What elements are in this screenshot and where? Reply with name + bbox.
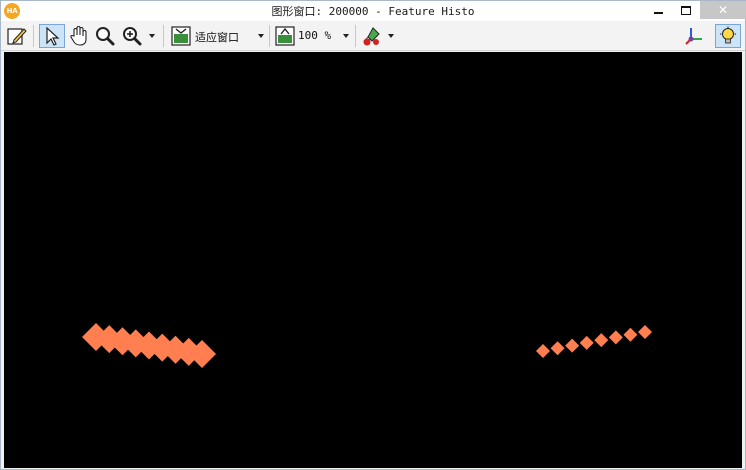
pointer-icon — [46, 26, 60, 46]
window-title: 图形窗口: 200000 - Feature Histo — [271, 5, 475, 18]
region-display — [82, 323, 652, 368]
axes-3d-icon — [685, 28, 702, 45]
graphics-window: HA 图形窗口: 200000 - Feature Histo ✕ 适应窗口 1… — [0, 0, 746, 470]
toolbar: 适应窗口 100 % — [1, 21, 745, 51]
color-button[interactable] — [360, 24, 384, 48]
toolbar-separator — [163, 25, 164, 47]
toolbar-separator — [269, 25, 270, 47]
minimize-button[interactable] — [644, 1, 672, 19]
region-segment — [594, 333, 609, 348]
zoom-percent-label[interactable]: 100 % — [298, 29, 331, 42]
edit-button[interactable] — [5, 24, 29, 48]
edit-pencil-icon — [7, 28, 27, 45]
region-segment — [565, 338, 580, 353]
minimize-icon — [653, 12, 663, 14]
left-feature-region — [82, 323, 216, 368]
graphics-canvas[interactable] — [4, 52, 742, 468]
maximize-icon — [681, 5, 691, 15]
zoom-in-button[interactable] — [119, 24, 145, 48]
fit-window-icon — [171, 26, 191, 46]
axes-3d-button[interactable] — [682, 24, 706, 48]
region-segment — [536, 344, 550, 358]
pan-tool-button[interactable] — [67, 24, 91, 48]
right-feature-region — [536, 325, 652, 358]
close-button[interactable]: ✕ — [700, 1, 746, 19]
toolbar-separator — [355, 25, 356, 47]
close-icon: ✕ — [717, 3, 729, 17]
color-paint-icon — [363, 27, 380, 46]
zoom-mode-label[interactable]: 适应窗口 — [195, 29, 239, 45]
lightbulb-button[interactable] — [715, 24, 741, 48]
zoom-in-icon — [123, 27, 142, 46]
lightbulb-icon — [720, 26, 736, 44]
zoom-percent-dropdown-arrow[interactable] — [343, 34, 349, 38]
color-dropdown-arrow[interactable] — [388, 34, 394, 38]
maximize-button[interactable] — [672, 1, 700, 19]
zoom-percent-button[interactable] — [273, 24, 297, 48]
region-segment — [623, 327, 638, 342]
region-segment — [550, 341, 565, 356]
fit-window-button[interactable] — [169, 24, 193, 48]
region-segment — [579, 335, 594, 350]
toolbar-separator — [33, 25, 34, 47]
zoom-percent-icon — [275, 26, 295, 46]
magnify-tool-button[interactable] — [93, 24, 117, 48]
zoom-in-dropdown-arrow[interactable] — [149, 34, 155, 38]
zoom-mode-dropdown-arrow[interactable] — [258, 34, 264, 38]
region-segment — [638, 325, 652, 339]
region-segment — [608, 330, 623, 345]
title-bar[interactable]: HA 图形窗口: 200000 - Feature Histo ✕ — [1, 1, 746, 21]
magnifier-icon — [96, 27, 115, 46]
pointer-tool-button[interactable] — [39, 24, 65, 48]
hand-pan-icon — [70, 25, 87, 46]
